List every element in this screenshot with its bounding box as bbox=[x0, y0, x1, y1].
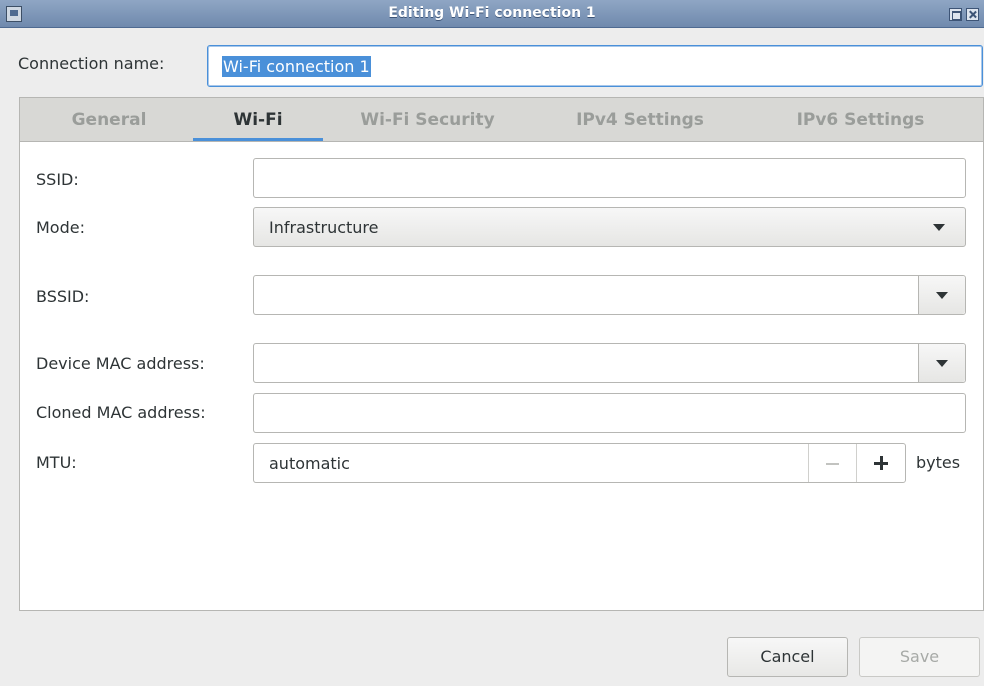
cloned-mac-label: Cloned MAC address: bbox=[36, 403, 206, 422]
connection-name-label: Connection name: bbox=[18, 54, 165, 73]
window-titlebar[interactable]: Editing Wi-Fi connection 1 bbox=[0, 0, 984, 28]
ssid-label: SSID: bbox=[36, 170, 79, 189]
device-mac-label: Device MAC address: bbox=[36, 354, 205, 373]
minus-icon[interactable] bbox=[808, 444, 856, 482]
connection-name-input[interactable]: Wi-Fi connection 1 bbox=[207, 45, 983, 87]
mode-label: Mode: bbox=[36, 218, 85, 237]
tab-general[interactable]: General bbox=[38, 98, 180, 142]
maximize-icon[interactable] bbox=[949, 8, 962, 21]
chevron-down-icon bbox=[936, 360, 948, 367]
tab-wifi[interactable]: Wi-Fi bbox=[193, 98, 323, 142]
mode-select[interactable]: Infrastructure bbox=[253, 207, 966, 247]
mtu-spinbutton[interactable]: automatic bbox=[253, 443, 906, 483]
mode-value: Infrastructure bbox=[269, 217, 379, 237]
bssid-label: BSSID: bbox=[36, 287, 90, 306]
cloned-mac-input[interactable] bbox=[253, 393, 966, 433]
connection-name-value: Wi-Fi connection 1 bbox=[222, 55, 371, 77]
device-mac-combo-entry[interactable] bbox=[253, 343, 966, 383]
chevron-down-icon bbox=[936, 292, 948, 299]
bssid-dropdown-button[interactable] bbox=[918, 276, 965, 314]
plus-icon[interactable] bbox=[856, 444, 905, 482]
device-mac-dropdown-button[interactable] bbox=[918, 344, 965, 382]
tab-ipv4-settings[interactable]: IPv4 Settings bbox=[555, 98, 725, 142]
cancel-button[interactable]: Cancel bbox=[727, 637, 848, 677]
mtu-unit-label: bytes bbox=[916, 453, 961, 472]
tab-wifi-security[interactable]: Wi-Fi Security bbox=[340, 98, 515, 142]
ssid-input[interactable] bbox=[253, 158, 966, 198]
window-title: Editing Wi-Fi connection 1 bbox=[388, 5, 596, 21]
tab-ipv6-settings[interactable]: IPv6 Settings bbox=[778, 98, 943, 142]
chevron-down-icon bbox=[933, 224, 945, 231]
mtu-label: MTU: bbox=[36, 453, 77, 472]
tab-bar: General Wi-Fi Wi-Fi Security IPv4 Settin… bbox=[20, 98, 983, 142]
mtu-value: automatic bbox=[269, 454, 350, 473]
save-button[interactable]: Save bbox=[859, 637, 980, 677]
close-icon[interactable] bbox=[966, 8, 979, 21]
bssid-combo-entry[interactable] bbox=[253, 275, 966, 315]
